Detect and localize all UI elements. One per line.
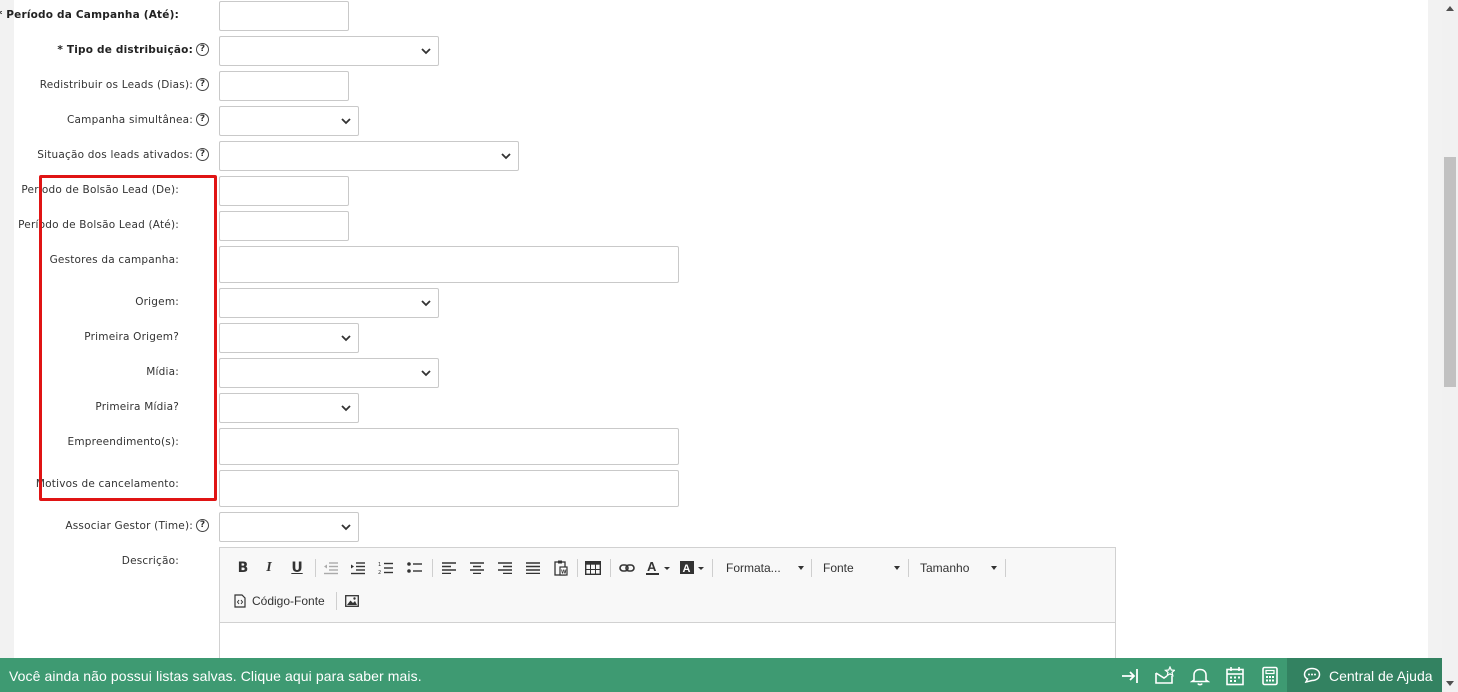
calculator-icon[interactable] xyxy=(1260,666,1280,686)
bottom-bar: Você ainda não possui listas salvas. Cli… xyxy=(0,658,1442,692)
svg-text:W: W xyxy=(561,570,567,576)
label-campanha-simultanea: Campanha simultânea: xyxy=(66,114,193,126)
align-justify-icon[interactable] xyxy=(522,557,544,579)
chevron-down-icon xyxy=(421,370,431,377)
svg-text:A: A xyxy=(683,563,691,575)
help-center-button[interactable]: Central de Ajuda xyxy=(1287,658,1442,692)
link-icon[interactable] xyxy=(616,557,638,579)
numbered-list-icon[interactable]: 12 xyxy=(375,557,397,579)
label-associar-gestor: Associar Gestor (Time): xyxy=(65,520,193,532)
chat-icon xyxy=(1303,667,1321,683)
midia-select[interactable] xyxy=(219,358,439,388)
chevron-down-icon xyxy=(341,405,351,412)
align-right-icon[interactable] xyxy=(494,557,516,579)
chevron-down-icon xyxy=(501,153,511,160)
bullet-list-icon[interactable] xyxy=(404,557,426,579)
background-color-button[interactable]: A xyxy=(679,557,707,579)
chevron-down-icon xyxy=(341,524,351,531)
align-left-icon[interactable] xyxy=(438,557,460,579)
label-empreendimentos: Empreendimento(s): xyxy=(67,436,179,448)
svg-text:A: A xyxy=(647,560,657,574)
bolsao-ate-input[interactable] xyxy=(219,211,349,241)
vertical-scrollbar[interactable] xyxy=(1442,0,1458,692)
chevron-down-icon xyxy=(341,335,351,342)
italic-button[interactable]: I xyxy=(260,557,278,579)
tipo-distribuicao-select[interactable] xyxy=(219,36,439,66)
scroll-up-icon[interactable] xyxy=(1446,6,1454,11)
svg-text:2: 2 xyxy=(378,570,381,575)
outdent-icon[interactable] xyxy=(320,557,342,579)
periodo-campanha-ate-input[interactable] xyxy=(219,1,349,31)
exit-to-right-icon[interactable] xyxy=(1120,666,1140,686)
label-descricao: Descrição: xyxy=(121,555,179,567)
label-primeira-origem: Primeira Origem? xyxy=(84,331,179,343)
redistribuir-leads-input[interactable] xyxy=(219,71,349,101)
gestores-multiselect[interactable] xyxy=(219,246,679,283)
source-code-label: Código-Fonte xyxy=(252,594,325,608)
paste-word-icon[interactable]: W xyxy=(550,557,572,579)
bolsao-de-input[interactable] xyxy=(219,176,349,206)
indent-icon[interactable] xyxy=(347,557,369,579)
label-tipo-distribuicao: * Tipo de distribuição: xyxy=(57,44,193,56)
label-situacao-leads: Situação dos leads ativados: xyxy=(37,149,193,161)
mail-star-icon[interactable] xyxy=(1155,666,1175,686)
bell-icon[interactable] xyxy=(1190,666,1210,686)
help-icon[interactable]: ? xyxy=(196,78,209,91)
font-select[interactable]: Fonte xyxy=(823,557,900,579)
label-bolsao-ate: Período de Bolsão Lead (Até): xyxy=(18,219,179,231)
label-bolsao-de: Período de Bolsão Lead (De): xyxy=(21,184,179,196)
chevron-down-icon xyxy=(341,118,351,125)
source-code-icon xyxy=(234,594,246,608)
primeira-midia-select[interactable] xyxy=(219,393,359,423)
align-center-icon[interactable] xyxy=(466,557,488,579)
editor-toolbar: B I U 12 W A A Formata... Fonte Tamanho … xyxy=(220,548,1115,623)
label-redistribuir-leads: Redistribuir os Leads (Dias): xyxy=(39,79,193,91)
form-panel: * Período da Campanha (Até): * Tipo de d… xyxy=(0,0,1428,692)
primeira-origem-select[interactable] xyxy=(219,323,359,353)
bold-button[interactable]: B xyxy=(234,557,252,579)
scrollbar-thumb[interactable] xyxy=(1444,157,1456,387)
motivos-cancelamento-multiselect[interactable] xyxy=(219,470,679,507)
help-icon[interactable]: ? xyxy=(196,148,209,161)
campanha-simultanea-select[interactable] xyxy=(219,106,359,136)
chevron-down-icon xyxy=(421,300,431,307)
chevron-down-icon xyxy=(421,48,431,55)
label-origem: Origem: xyxy=(135,296,179,308)
text-color-button[interactable]: A xyxy=(645,557,673,579)
label-gestores: Gestores da campanha: xyxy=(49,254,179,266)
help-icon[interactable]: ? xyxy=(196,43,209,56)
empreendimentos-multiselect[interactable] xyxy=(219,428,679,465)
size-select[interactable]: Tamanho xyxy=(920,557,997,579)
label-midia: Mídia: xyxy=(146,366,179,378)
origem-select[interactable] xyxy=(219,288,439,318)
source-code-button[interactable]: Código-Fonte xyxy=(234,590,330,612)
label-primeira-midia: Primeira Mídia? xyxy=(95,401,179,413)
scroll-down-icon[interactable] xyxy=(1446,681,1454,686)
label-periodo-campanha-ate: * Período da Campanha (Até): xyxy=(0,9,179,21)
saved-lists-message[interactable]: Você ainda não possui listas salvas. Cli… xyxy=(9,668,422,684)
image-icon[interactable] xyxy=(342,590,362,612)
calendar-icon[interactable] xyxy=(1225,666,1245,686)
label-motivos-cancelamento: Motivos de cancelamento: xyxy=(35,478,179,490)
svg-text:1: 1 xyxy=(378,562,381,568)
table-icon[interactable] xyxy=(582,557,604,579)
help-icon[interactable]: ? xyxy=(196,519,209,532)
help-center-label: Central de Ajuda xyxy=(1329,668,1433,684)
help-icon[interactable]: ? xyxy=(196,113,209,126)
situacao-leads-select[interactable] xyxy=(219,141,519,171)
underline-button[interactable]: U xyxy=(288,557,306,579)
associar-gestor-select[interactable] xyxy=(219,512,359,542)
format-select[interactable]: Formata... xyxy=(726,557,804,579)
